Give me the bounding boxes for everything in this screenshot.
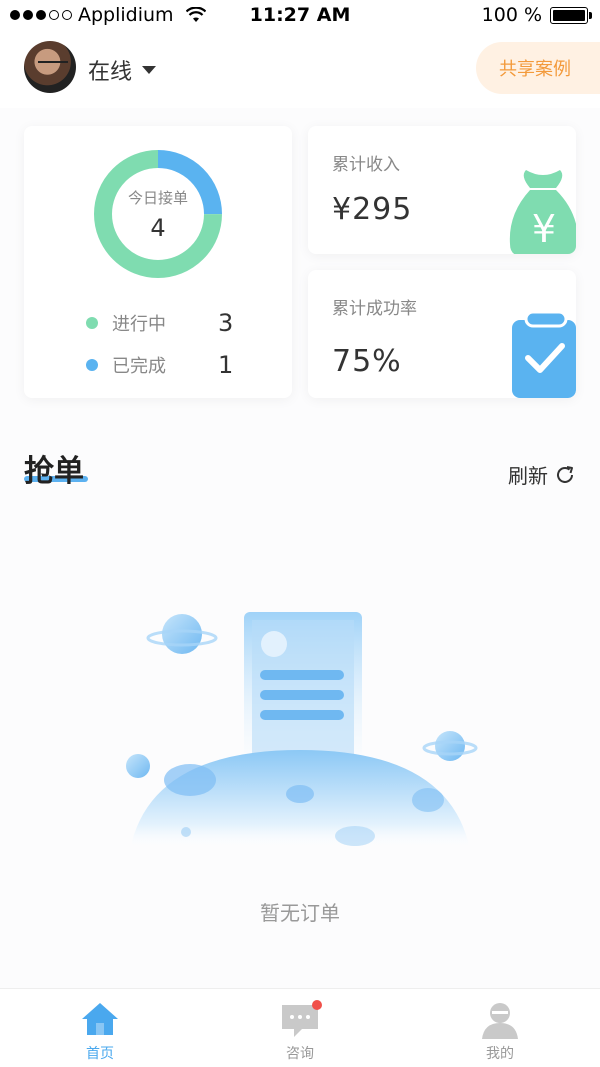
tab-consult[interactable]: 咨询 [200, 989, 400, 1067]
legend-completed: 已完成 1 [86, 351, 246, 379]
home-icon [82, 1003, 118, 1035]
total-income-value: ¥295 [332, 192, 413, 227]
today-orders-label: 今日接单 [127, 188, 188, 207]
empty-orders-text: 暂无订单 [260, 901, 340, 925]
status-right: 100 % [481, 4, 592, 26]
svg-text:¥: ¥ [532, 207, 556, 251]
success-rate-value: 75% [332, 344, 402, 379]
legend-completed-value: 1 [218, 351, 234, 379]
tab-mine[interactable]: 我的 [400, 989, 600, 1067]
refresh-icon [557, 465, 573, 483]
total-income-title: 累计收入 [332, 155, 400, 175]
caret-down-icon [142, 66, 157, 74]
legend-dot-in-progress [86, 317, 98, 329]
money-bag-icon: ¥ [509, 170, 576, 254]
legend-completed-label: 已完成 [112, 356, 166, 377]
total-income-card[interactable]: 累计收入 ¥295 ¥ [308, 126, 576, 254]
online-status-dropdown[interactable]: 在线 [88, 54, 157, 86]
tab-home-label: 首页 [86, 1046, 114, 1062]
legend-in-progress-value: 3 [218, 309, 234, 337]
today-orders-card: 今日接单 4 进行中 3 已完成 1 [24, 126, 292, 398]
avatar[interactable] [24, 41, 76, 93]
tab-bar: 首页 咨询 我的 [0, 988, 600, 1067]
success-rate-title: 累计成功率 [332, 299, 417, 319]
empty-orders-illustration [126, 612, 478, 850]
tab-home[interactable]: 首页 [0, 989, 200, 1067]
battery-icon [550, 6, 592, 24]
today-orders-value: 4 [150, 213, 166, 242]
clipboard-check-icon [512, 310, 576, 398]
legend-in-progress-label: 进行中 [112, 314, 166, 335]
grab-orders-title: 抢单 [24, 454, 84, 489]
legend-dot-completed [86, 359, 98, 371]
user-icon [482, 1003, 518, 1039]
header: 在线 共享案例 [0, 32, 600, 108]
legend-in-progress: 进行中 3 [86, 309, 246, 337]
notification-dot [312, 1000, 322, 1010]
success-rate-card[interactable]: 累计成功率 75% [308, 270, 576, 398]
refresh-button[interactable]: 刷新 [508, 460, 576, 489]
share-cases-button[interactable]: 共享案例 [476, 42, 600, 94]
online-status-label: 在线 [88, 60, 133, 85]
tab-consult-label: 咨询 [286, 1046, 314, 1062]
status-bar: Applidium 11:27 AM 100 % [0, 0, 600, 32]
tab-mine-label: 我的 [486, 1046, 514, 1062]
donut-center: 今日接单 4 [94, 150, 222, 278]
refresh-label: 刷新 [508, 464, 548, 488]
battery-percent: 100 % [481, 4, 542, 26]
